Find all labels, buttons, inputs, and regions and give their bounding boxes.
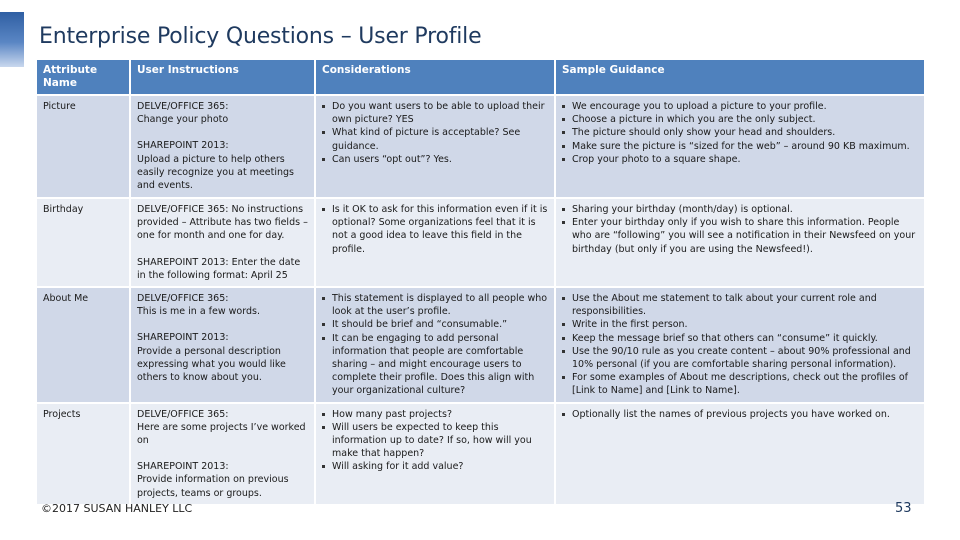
instruction-block: SHAREPOINT 2013: Enter the date in the f…: [137, 256, 301, 281]
consideration-item: Will users be expected to keep this info…: [322, 421, 548, 461]
instruction-block: DELVE/OFFICE 365: No instructions provid…: [137, 204, 308, 242]
guidance-list: Use the About me statement to talk about…: [562, 292, 918, 398]
guidance-item: Use the 90/10 rule as you create content…: [562, 345, 918, 371]
guidance-item: Use the About me statement to talk about…: [562, 292, 918, 318]
consideration-item: It should be brief and “consumable.”: [322, 318, 548, 331]
consideration-item: Do you want users to be able to upload t…: [322, 100, 548, 126]
consideration-item: This statement is displayed to all peopl…: [322, 292, 548, 318]
considerations-list: This statement is displayed to all peopl…: [322, 292, 548, 398]
copyright-footer: ©2017 SUSAN HANLEY LLC: [41, 502, 193, 515]
sample-guidance-cell: Optionally list the names of previous pr…: [556, 403, 924, 504]
attribute-name-cell: Projects: [37, 403, 129, 504]
header-sample-guidance: Sample Guidance: [556, 60, 924, 94]
table-header-row: Attribute Name User Instructions Conside…: [37, 60, 924, 94]
considerations-cell: Is it OK to ask for this information eve…: [316, 199, 554, 287]
guidance-list: We encourage you to upload a picture to …: [562, 100, 918, 166]
guidance-item: Keep the message brief so that others ca…: [562, 332, 918, 345]
table-row: Birthday DELVE/OFFICE 365: No instruction…: [37, 199, 924, 287]
attribute-name-cell: Picture: [37, 96, 129, 197]
instruction-block: DELVE/OFFICE 365: This is me in a few wo…: [137, 293, 260, 318]
instruction-block: SHAREPOINT 2013: Provide information on …: [137, 461, 289, 499]
guidance-item: Optionally list the names of previous pr…: [562, 408, 918, 421]
sample-guidance-cell: Use the About me statement to talk about…: [556, 288, 924, 402]
page-number: 53: [895, 501, 912, 516]
header-user-instructions: User Instructions: [131, 60, 314, 94]
guidance-list: Sharing your birthday (month/day) is opt…: [562, 203, 918, 256]
user-instructions-cell: DELVE/OFFICE 365: Change your photo SHARE…: [131, 96, 314, 197]
user-instructions-cell: DELVE/OFFICE 365: No instructions provid…: [131, 199, 314, 287]
considerations-cell: How many past projects? Will users be exp…: [316, 403, 554, 504]
policy-table: Attribute Name User Instructions Conside…: [35, 58, 926, 506]
guidance-item: Choose a picture in which you are the on…: [562, 113, 918, 126]
consideration-item: Is it OK to ask for this information eve…: [322, 203, 548, 256]
guidance-item: Enter your birthday only if you wish to …: [562, 216, 918, 256]
sample-guidance-cell: We encourage you to upload a picture to …: [556, 96, 924, 197]
header-attribute-name: Attribute Name: [37, 60, 129, 94]
guidance-item: For some examples of About me descriptio…: [562, 371, 918, 397]
table-row: About Me DELVE/OFFICE 365: This is me in …: [37, 288, 924, 402]
attribute-name-cell: About Me: [37, 288, 129, 402]
considerations-cell: This statement is displayed to all peopl…: [316, 288, 554, 402]
consideration-item: Can users “opt out”? Yes.: [322, 153, 548, 166]
table-row: Projects DELVE/OFFICE 365: Here are some …: [37, 403, 924, 504]
guidance-item: Write in the first person.: [562, 318, 918, 331]
header-considerations: Considerations: [316, 60, 554, 94]
instruction-block: SHAREPOINT 2013: Upload a picture to hel…: [137, 140, 295, 192]
instruction-block: DELVE/OFFICE 365: Here are some projects…: [137, 408, 306, 447]
consideration-item: Will asking for it add value?: [322, 460, 548, 473]
considerations-cell: Do you want users to be able to upload t…: [316, 96, 554, 197]
considerations-list: Is it OK to ask for this information eve…: [322, 203, 548, 256]
guidance-list: Optionally list the names of previous pr…: [562, 408, 918, 421]
guidance-item: We encourage you to upload a picture to …: [562, 100, 918, 113]
table-row: Picture DELVE/OFFICE 365: Change your pho…: [37, 96, 924, 197]
guidance-item: The picture should only show your head a…: [562, 126, 918, 139]
user-instructions-cell: DELVE/OFFICE 365: Here are some projects…: [131, 403, 314, 504]
guidance-item: Sharing your birthday (month/day) is opt…: [562, 203, 918, 216]
attribute-name-cell: Birthday: [37, 199, 129, 287]
instruction-block: SHAREPOINT 2013: Provide a personal desc…: [137, 332, 286, 384]
consideration-item: It can be engaging to add personal infor…: [322, 332, 548, 398]
instruction-block: DELVE/OFFICE 365: Change your photo: [137, 101, 229, 126]
considerations-list: How many past projects? Will users be exp…: [322, 408, 548, 474]
sample-guidance-cell: Sharing your birthday (month/day) is opt…: [556, 199, 924, 287]
consideration-item: How many past projects?: [322, 408, 548, 421]
guidance-item: Make sure the picture is “sized for the …: [562, 140, 918, 153]
consideration-item: What kind of picture is acceptable? See …: [322, 126, 548, 152]
slide-title: Enterprise Policy Questions – User Profi…: [39, 24, 482, 49]
title-accent-bar: [0, 12, 24, 67]
guidance-item: Crop your photo to a square shape.: [562, 153, 918, 166]
considerations-list: Do you want users to be able to upload t…: [322, 100, 548, 166]
user-instructions-cell: DELVE/OFFICE 365: This is me in a few wo…: [131, 288, 314, 402]
